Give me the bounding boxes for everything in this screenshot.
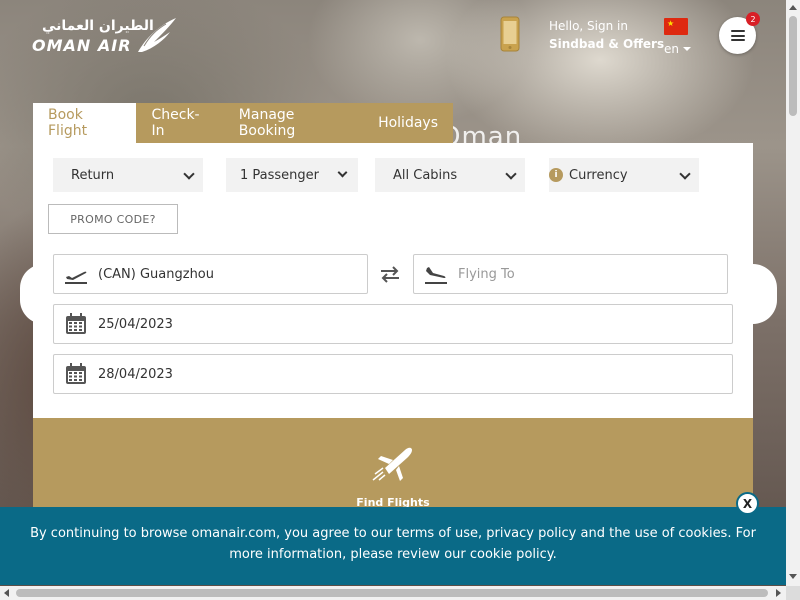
airplane-icon: [372, 447, 412, 481]
passengers-value: 1 Passenger: [240, 167, 320, 183]
calendar-icon: [64, 362, 88, 386]
horizontal-scrollbar[interactable]: [0, 586, 786, 600]
tab-check-in[interactable]: Check-In: [136, 103, 223, 143]
takeoff-icon: [64, 262, 88, 286]
booking-tabs: Book Flight Check-In Manage Booking Holi…: [33, 103, 453, 143]
cabin-select[interactable]: All Cabins: [375, 158, 525, 192]
hamburger-icon: [730, 30, 745, 41]
cookie-banner: By continuing to browse omanair.com, you…: [0, 507, 786, 585]
return-date-value: 28/04/2023: [98, 366, 173, 382]
language-selector[interactable]: en: [664, 42, 691, 56]
flying-from-field[interactable]: (CAN) Guangzhou: [53, 254, 368, 294]
calendar-icon: [64, 312, 88, 336]
currency-value: Currency: [569, 167, 628, 183]
landing-icon: [424, 262, 448, 286]
flying-to-placeholder: Flying To: [458, 266, 515, 282]
sign-in-menu[interactable]: Hello, Sign in Sindbad & Offers: [549, 19, 672, 51]
tab-manage-booking[interactable]: Manage Booking: [224, 103, 363, 143]
info-icon: i: [549, 168, 563, 182]
scroll-up-arrow-icon[interactable]: [789, 5, 797, 10]
oman-air-logo[interactable]: الطيران العماني OMAN AIR: [32, 18, 182, 58]
tab-book-flight[interactable]: Book Flight: [33, 103, 137, 143]
flying-from-value: (CAN) Guangzhou: [98, 266, 214, 282]
currency-select[interactable]: i Currency: [549, 158, 699, 192]
scroll-left-arrow-icon[interactable]: [4, 589, 9, 597]
chevron-down-icon: [183, 168, 195, 180]
trip-type-value: Return: [71, 167, 115, 183]
logo-english-text: OMAN AIR: [32, 36, 132, 55]
return-date-field[interactable]: 28/04/2023: [53, 354, 733, 394]
vertical-scroll-thumb[interactable]: [789, 16, 797, 116]
mobile-phone-icon[interactable]: [500, 16, 520, 52]
china-flag-icon[interactable]: ★: [664, 18, 688, 35]
cookie-close-button[interactable]: X: [736, 492, 759, 515]
depart-date-field[interactable]: 25/04/2023: [53, 304, 733, 344]
notification-badge: 2: [746, 12, 760, 26]
scroll-right-arrow-icon[interactable]: [776, 589, 781, 597]
promo-code-button[interactable]: PROMO CODE?: [48, 204, 178, 234]
passengers-select[interactable]: 1 Passenger: [226, 158, 358, 192]
sindbad-offers-label: Sindbad & Offers: [549, 37, 665, 51]
swap-icon[interactable]: [378, 263, 402, 285]
trip-type-select[interactable]: Return: [53, 158, 203, 192]
depart-date-value: 25/04/2023: [98, 316, 173, 332]
chevron-down-icon: [505, 168, 517, 180]
cookie-text: By continuing to browse omanair.com, you…: [30, 526, 756, 562]
tab-holidays[interactable]: Holidays: [363, 103, 453, 143]
scrollbar-corner: [786, 586, 800, 600]
vertical-scrollbar[interactable]: [786, 0, 800, 586]
find-flights-button[interactable]: Find Flights: [33, 418, 753, 518]
flag-star-icon: ★: [667, 19, 675, 28]
chevron-down-icon: [679, 168, 691, 180]
cabin-value: All Cabins: [393, 167, 458, 183]
scroll-down-arrow-icon[interactable]: [789, 574, 797, 579]
chevron-down-icon: [337, 167, 348, 178]
language-label: en: [664, 42, 679, 56]
flying-to-field[interactable]: Flying To: [413, 254, 728, 294]
chevron-down-icon: [683, 47, 691, 51]
sign-in-label: Hello, Sign in: [549, 19, 628, 33]
logo-wing-icon: [138, 18, 176, 52]
horizontal-scroll-thumb[interactable]: [16, 589, 768, 597]
